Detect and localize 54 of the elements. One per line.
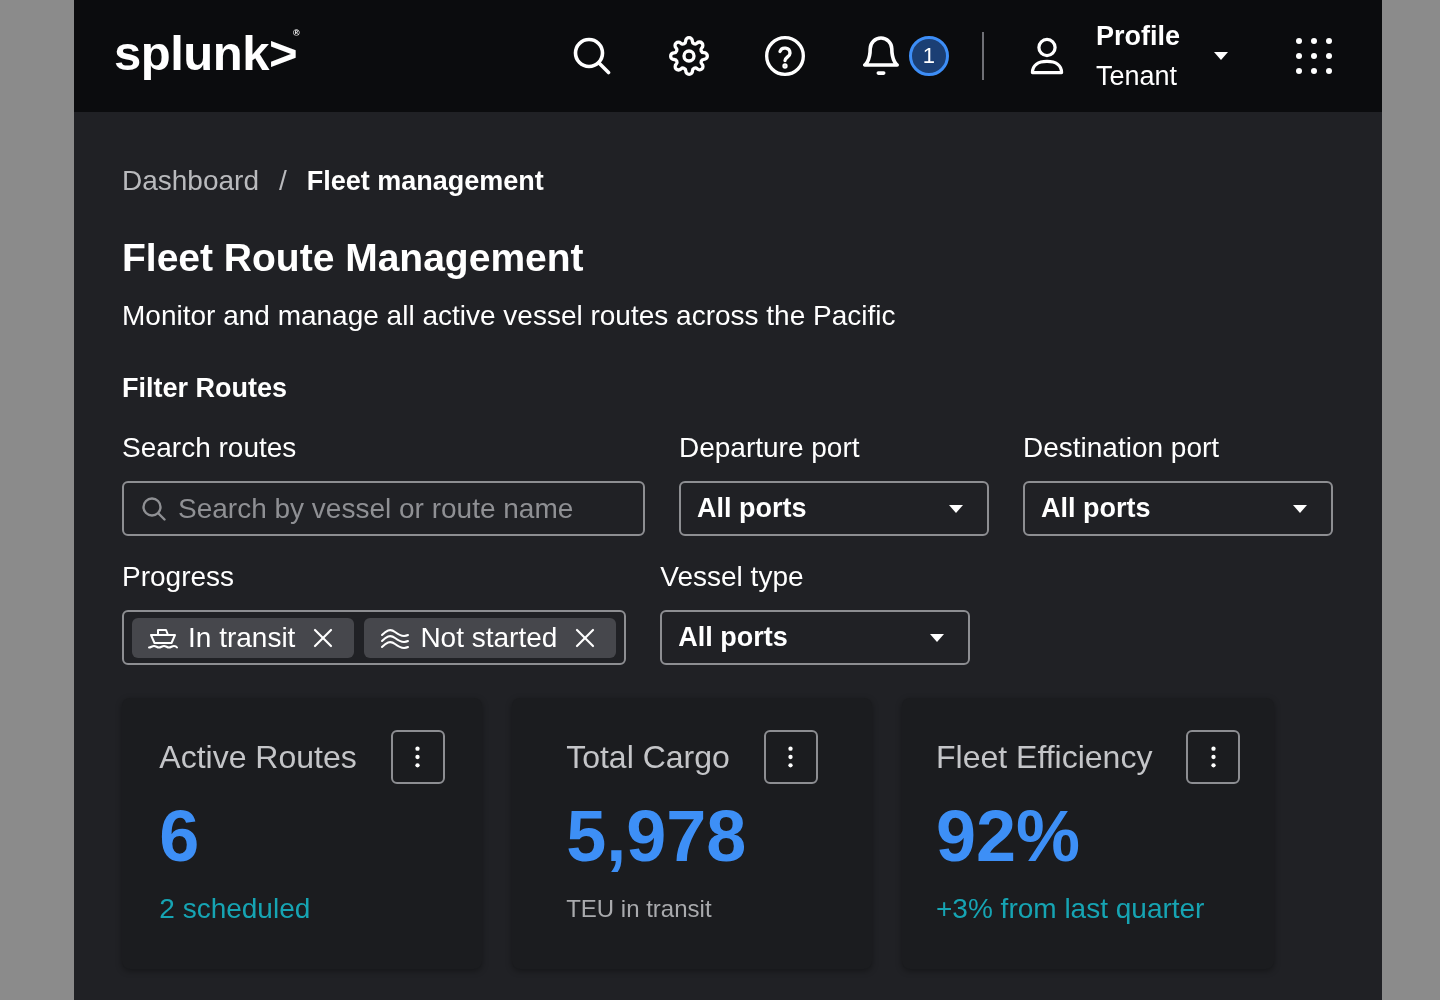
search-icon — [142, 496, 166, 521]
vertical-dots-icon — [788, 746, 794, 768]
dropdown-select[interactable]: All ports — [1023, 481, 1333, 536]
stat-value: 6 — [159, 798, 201, 874]
logo[interactable]: splunk>$^{®}$ — [114, 28, 300, 84]
profile-label[interactable]: Profile — [1095, 16, 1180, 56]
field-label: Search routes — [122, 431, 298, 465]
search-field[interactable]: Search by vessel or route name — [122, 481, 645, 536]
card-title: Fleet Efficiency — [936, 738, 1153, 777]
card-title: Active Routes — [159, 738, 357, 777]
ship-icon — [148, 626, 178, 649]
user-icon[interactable] — [1029, 37, 1064, 75]
stat-note: +3% from last quarter — [936, 892, 1206, 926]
section-title: Filter Routes — [122, 372, 289, 405]
tag-input-field[interactable]: In transit Not started — [122, 610, 627, 665]
close-icon[interactable] — [313, 627, 334, 648]
chip-label: Not started — [420, 620, 558, 655]
dots-grid-icon[interactable] — [1296, 38, 1332, 74]
filter-chip[interactable]: Not started — [364, 617, 617, 658]
field-label: Destination port — [1023, 431, 1221, 465]
page-subtitle: Monitor and manage all active vessel routes across the Pacific — [122, 299, 897, 333]
caret-icon — [1293, 504, 1307, 513]
caret-icon — [949, 504, 963, 513]
stat-note: 2 scheduled — [159, 892, 312, 926]
page-title: Fleet Route Management — [122, 235, 585, 281]
card-title: Total Cargo — [566, 738, 730, 777]
field-label: Vessel type — [660, 560, 805, 594]
caret-icon — [930, 633, 945, 642]
vertical-dots-icon — [415, 746, 421, 768]
waves-icon — [380, 626, 411, 649]
search-icon[interactable] — [572, 37, 611, 75]
caret-icon[interactable] — [1214, 52, 1228, 60]
help-icon[interactable] — [764, 36, 805, 76]
dropdown-select[interactable]: All ports — [660, 610, 971, 665]
close-icon[interactable] — [575, 627, 596, 648]
settings-icon[interactable] — [668, 36, 709, 76]
stat-value: 5,978 — [566, 798, 748, 874]
filter-chip[interactable]: In transit — [132, 617, 355, 658]
more-button[interactable] — [1186, 730, 1241, 784]
stat-note: TEU in transit — [566, 894, 713, 924]
tenant-label[interactable]: Tenant — [1095, 56, 1180, 96]
more-button[interactable] — [390, 730, 445, 784]
field-label: Progress — [122, 560, 236, 594]
chip-label: In transit — [188, 620, 296, 655]
breadcrumb-separator: / — [279, 165, 287, 197]
bell-icon[interactable] — [862, 36, 899, 76]
notification-badge: 1 — [908, 36, 949, 76]
stat-value: 92% — [936, 798, 1082, 874]
vertical-dots-icon — [1210, 746, 1216, 768]
field-label: Departure port — [679, 431, 861, 465]
more-button[interactable] — [763, 730, 818, 784]
current-page-label: Fleet management — [306, 165, 544, 197]
breadcrumb-link[interactable]: Dashboard — [122, 165, 259, 197]
dropdown-select[interactable]: All ports — [679, 481, 989, 536]
